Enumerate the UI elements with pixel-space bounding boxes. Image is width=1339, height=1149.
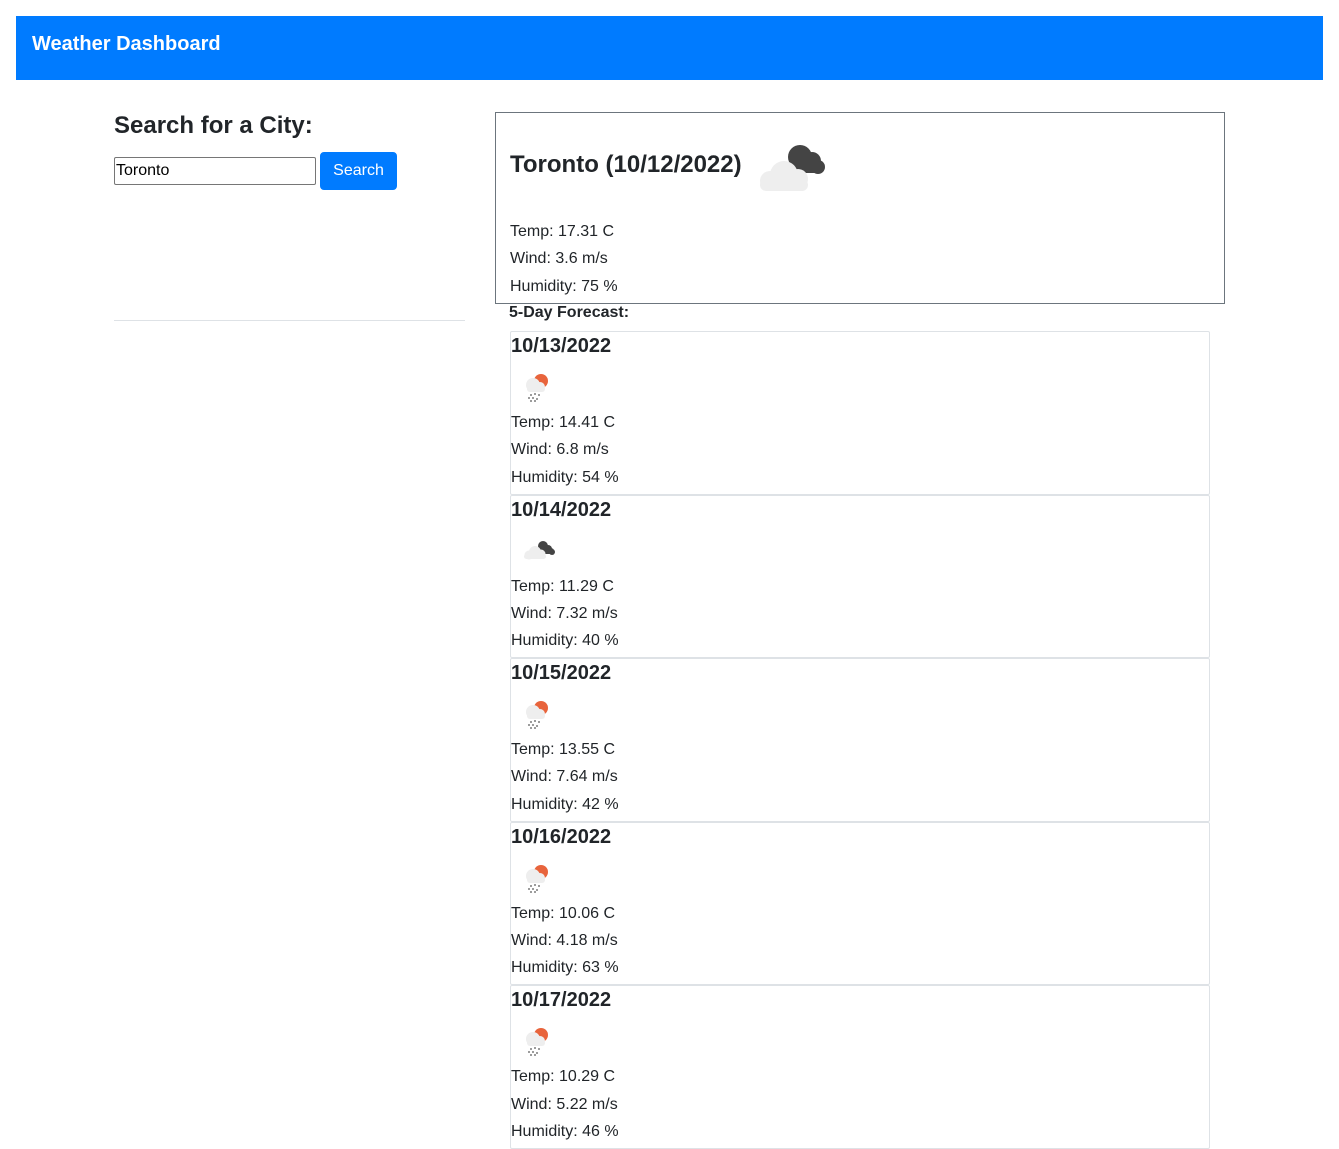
forecast-stats: Temp: 10.06 C Wind: 4.18 m/s Humidity: 6… <box>511 900 619 982</box>
search-panel: Search for a City: Search <box>114 112 465 190</box>
light-rain-icon <box>526 374 548 402</box>
current-wind: Wind: 3.6 m/s <box>510 250 608 268</box>
forecast-list: 10/13/2022 Temp: 14.41 C Wind: 6.8 m/s H… <box>510 331 1210 1149</box>
current-weather-card: Toronto (10/12/2022) Temp: 17.31 C Wind:… <box>495 112 1225 304</box>
light-rain-icon <box>526 1028 548 1057</box>
forecast-wind: Wind: 6.8 m/s <box>511 441 609 459</box>
forecast-wind: Wind: 5.22 m/s <box>511 1095 618 1113</box>
forecast-temp: Temp: 10.29 C <box>511 1068 616 1086</box>
forecast-wind: Wind: 7.64 m/s <box>511 768 618 786</box>
forecast-humidity: Humidity: 40 % <box>511 632 619 650</box>
forecast-stats: Temp: 13.55 C Wind: 7.64 m/s Humidity: 4… <box>511 736 619 818</box>
forecast-card: 10/15/2022 Temp: 13.55 C Wind: 7.64 m/s … <box>510 658 1210 822</box>
forecast-card: 10/16/2022 Temp: 10.06 C Wind: 4.18 m/s … <box>510 821 1210 986</box>
forecast-date: 10/17/2022 <box>511 989 612 1012</box>
broken-clouds-icon <box>524 540 555 560</box>
forecast-wind: Wind: 7.32 m/s <box>511 604 618 622</box>
navbar: Weather Dashboard <box>16 16 1323 80</box>
forecast-humidity: Humidity: 42 % <box>511 795 619 813</box>
search-title: Search for a City: <box>114 112 313 139</box>
forecast-humidity: Humidity: 46 % <box>511 1122 619 1140</box>
forecast-card: 10/17/2022 Temp: 10.29 C Wind: 5.22 m/s … <box>510 985 1210 1149</box>
forecast-title: 5-Day Forecast: <box>509 304 630 321</box>
forecast-stats: Temp: 14.41 C Wind: 6.8 m/s Humidity: 54… <box>511 409 619 491</box>
search-button[interactable]: Search <box>320 152 397 190</box>
forecast-temp: Temp: 10.06 C <box>511 904 616 922</box>
forecast-date: 10/16/2022 <box>511 825 612 848</box>
forecast-temp: Temp: 13.55 C <box>511 741 616 759</box>
search-row: Search <box>114 152 465 190</box>
current-humidity: Humidity: 75 % <box>510 277 618 295</box>
current-weather-stats: Temp: 17.31 C Wind: 3.6 m/s Humidity: 75… <box>510 218 618 300</box>
history-divider <box>114 320 465 321</box>
forecast-humidity: Humidity: 54 % <box>511 468 619 486</box>
city-search-input[interactable] <box>114 157 316 185</box>
current-weather-header: Toronto (10/12/2022) <box>510 137 834 193</box>
forecast-date: 10/14/2022 <box>511 498 612 521</box>
app-title: Weather Dashboard <box>32 32 221 55</box>
forecast-wind: Wind: 4.18 m/s <box>511 932 618 950</box>
current-temp: Temp: 17.31 C <box>510 223 615 240</box>
forecast-stats: Temp: 11.29 C Wind: 7.32 m/s Humidity: 4… <box>511 573 619 655</box>
forecast-stats: Temp: 10.29 C Wind: 5.22 m/s Humidity: 4… <box>511 1063 619 1145</box>
forecast-date: 10/15/2022 <box>511 662 612 685</box>
forecast-temp: Temp: 11.29 C <box>511 577 614 595</box>
forecast-date: 10/13/2022 <box>511 335 612 357</box>
current-city-heading: Toronto (10/12/2022) <box>510 151 742 178</box>
forecast-card: 10/13/2022 Temp: 14.41 C Wind: 6.8 m/s H… <box>510 331 1210 495</box>
forecast-humidity: Humidity: 63 % <box>511 959 619 977</box>
broken-clouds-icon <box>759 145 825 191</box>
forecast-temp: Temp: 14.41 C <box>511 414 616 431</box>
light-rain-icon <box>526 864 548 893</box>
light-rain-icon <box>526 701 548 730</box>
forecast-card: 10/14/2022 Temp: 11.29 C Wind: 7.32 m/s … <box>510 494 1210 659</box>
